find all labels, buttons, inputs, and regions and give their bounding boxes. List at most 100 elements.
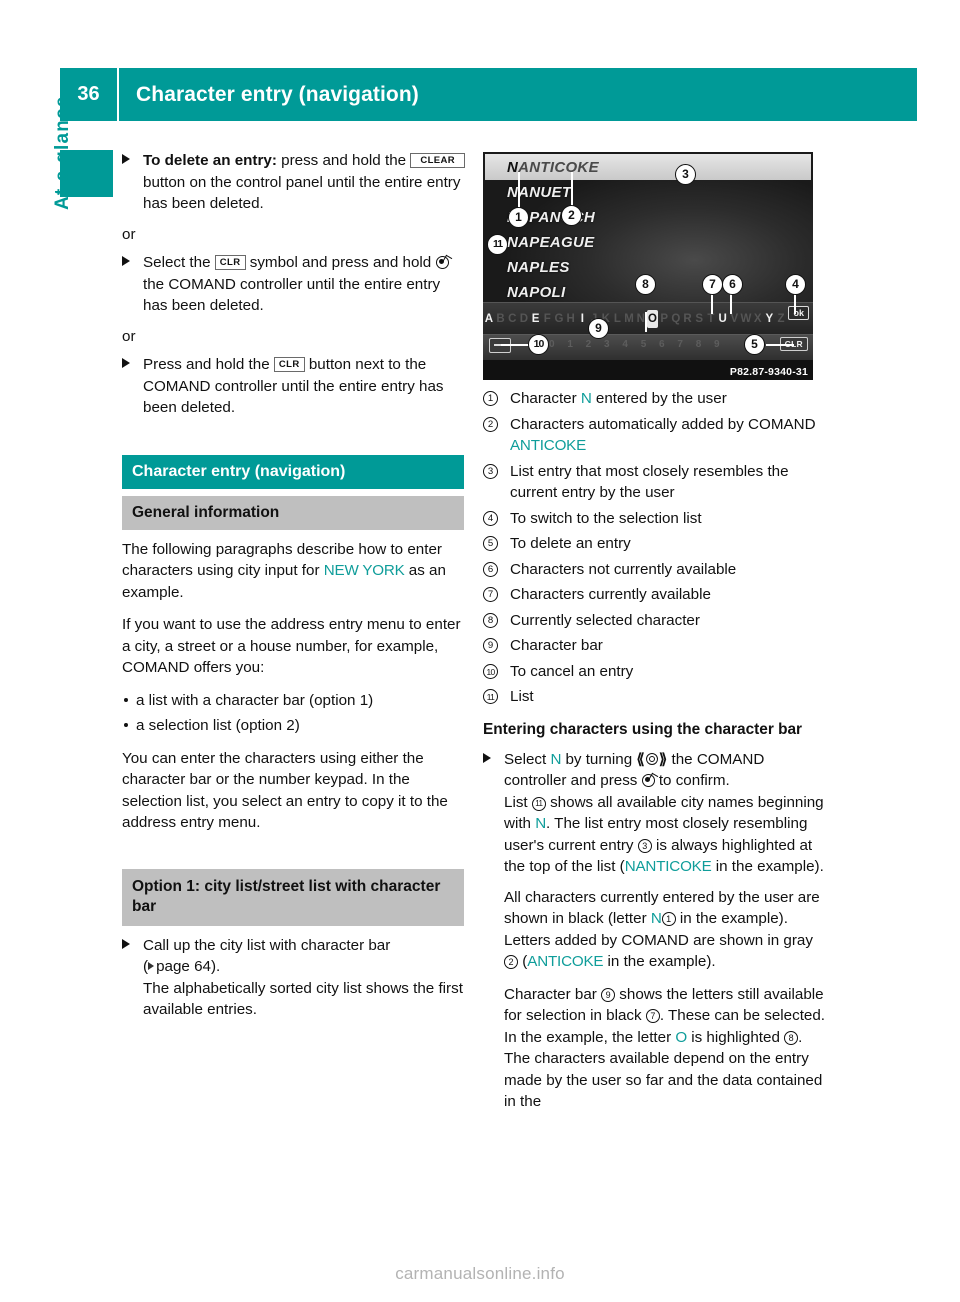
step-list-text-a: List: [504, 793, 532, 811]
char-key-a[interactable]: A: [483, 313, 495, 325]
legend-text-b: entered by the user: [591, 390, 727, 407]
comand-screen: NANTICOKE NANUET NAPANOCH NAPEAGUE NAPLE…: [483, 152, 813, 361]
comand-character-bar[interactable]: A B C D E F G H I J K L M N O P Q R S T …: [483, 302, 813, 335]
heading-entering-characters: Entering characters using the character …: [483, 720, 803, 738]
comand-screenshot: NANTICOKE NANUET NAPANOCH NAPEAGUE NAPLE…: [483, 152, 813, 380]
step-text-b: The alphabetically sorted city list show…: [143, 979, 463, 1019]
city-list-item-selected[interactable]: NANTICOKE: [507, 155, 807, 180]
char-key-f[interactable]: F: [541, 313, 553, 325]
city-list-item[interactable]: NANUET: [507, 180, 807, 205]
callout-11: 11: [487, 234, 508, 255]
legend-text-a: List entry that most closely resembles t…: [510, 462, 789, 502]
char-key-z[interactable]: Z: [775, 313, 787, 325]
step-triangle-icon: [122, 938, 130, 949]
legend-text-a: To cancel an entry: [510, 662, 634, 680]
paragraph-character-bar-letters: Character bar 9 shows the letters still …: [483, 984, 828, 1113]
inline-callout-11: 11: [531, 796, 546, 811]
char-key-l[interactable]: L: [612, 313, 624, 325]
legend-item-2: 2 Characters automatically added by COMA…: [483, 414, 828, 457]
callout-7: 7: [702, 274, 723, 295]
callout-3: 3: [675, 164, 696, 185]
callout-8: 8: [635, 274, 656, 295]
page-reference-arrow-icon: [148, 962, 155, 970]
legend-text-a: Character bar: [510, 637, 603, 654]
footer-watermark: carmanualsonline.info: [395, 1264, 565, 1283]
clr-key-button[interactable]: CLR: [273, 357, 305, 372]
legend-number: 7: [483, 587, 498, 602]
step-text-a: press and hold the: [276, 152, 407, 169]
step-text-a: Call up the city list with character bar: [143, 936, 391, 954]
char-key-i[interactable]: I: [577, 313, 589, 325]
legend-text-a: To switch to the selection list: [510, 509, 702, 527]
highlight-letter-n: N: [535, 815, 547, 832]
step-select-character: Select N by turning ⟪ ⟫ the COMAND contro…: [483, 749, 828, 878]
inline-callout-8: 8: [784, 1030, 799, 1045]
callout-9: 9: [588, 318, 609, 339]
clear-key-button[interactable]: CLEAR: [410, 153, 466, 168]
highlight-letter-n: N: [550, 750, 562, 768]
legend-item-3: 3 List entry that most closely resembles…: [483, 461, 828, 504]
legend-text-a: Characters not currently available: [510, 560, 737, 578]
char-key-w[interactable]: W: [740, 313, 752, 325]
image-id-label: P82.87-9340-31: [729, 366, 808, 378]
callout-5: 5: [744, 334, 765, 355]
page-reference-link[interactable]: page 64: [156, 958, 211, 975]
legend-text-a: Currently selected character: [510, 611, 700, 629]
char-key-v[interactable]: V: [728, 313, 740, 325]
paragraph-following-paragraphs: The following paragraphs describe how to…: [122, 539, 467, 604]
char-key-t[interactable]: T: [705, 313, 717, 325]
char-key-g[interactable]: G: [553, 313, 565, 325]
char-key-p[interactable]: P: [658, 313, 670, 325]
bullet-dot-icon: [124, 697, 128, 702]
ok-button[interactable]: ok: [788, 306, 809, 320]
section-heading-option-1: Option 1: city list/street list with cha…: [122, 868, 464, 926]
city-list-item[interactable]: NAPEAGUE: [507, 230, 807, 255]
para-black-text-d: in the example).: [603, 953, 716, 970]
clr-key-button[interactable]: CLR: [214, 255, 246, 270]
leader-line-4: [794, 292, 796, 314]
subsection-heading-general-information: General information: [122, 496, 464, 530]
leader-line-1: [518, 172, 520, 208]
char-key-h[interactable]: H: [565, 313, 577, 325]
legend-highlight: ANTICOKE: [510, 437, 587, 454]
callout-4: 4: [785, 274, 806, 295]
step-delete-entry-clear: To delete an entry: press and hold the C…: [122, 150, 467, 215]
callout-2: 2: [561, 205, 582, 226]
callout-10: 10: [528, 334, 549, 355]
step-triangle-icon: [122, 154, 130, 164]
leader-line-6: [730, 292, 732, 314]
char-key-s[interactable]: S: [693, 313, 705, 325]
legend-text-a: Characters automatically added by COMAND: [510, 415, 816, 433]
legend-item-9: 9 Character bar: [483, 635, 828, 657]
paragraph-all-characters-black: All characters currently entered by the …: [483, 887, 828, 973]
callout-legend-list: 1 Character N entered by the user 2 Char…: [483, 388, 828, 708]
inline-callout-1: 1: [661, 912, 676, 926]
char-key-y[interactable]: Y: [764, 313, 776, 325]
city-list-item[interactable]: NAPANOCH: [507, 205, 807, 230]
step-call-up-city-list: Call up the city list with character bar…: [122, 935, 467, 1021]
char-key-d[interactable]: D: [518, 313, 530, 325]
step-lead-bold: To delete an entry:: [143, 152, 277, 169]
char-key-e[interactable]: E: [530, 313, 542, 325]
legend-text-a: To delete an entry: [510, 535, 631, 552]
char-key-q[interactable]: Q: [670, 313, 682, 325]
legend-text-a: Character: [510, 390, 581, 407]
bullet-selection-list: a selection list (option 2): [122, 715, 467, 737]
step-list-text-e: in the example).: [711, 858, 824, 875]
number-keypad-row[interactable]: 0 1 2 3 4 5 6 7 8 9: [549, 339, 749, 351]
step-select-text-b: by turning: [561, 750, 637, 768]
legend-highlight: N: [580, 390, 592, 407]
city-list-item[interactable]: NAPLES: [507, 255, 807, 280]
char-key-m[interactable]: M: [623, 313, 635, 325]
step-text-a: Select the: [143, 254, 211, 271]
char-key-c[interactable]: C: [506, 313, 518, 325]
para-bar-text-a: Character bar: [504, 985, 602, 1003]
legend-number: 11: [483, 689, 498, 704]
legend-number: 10: [483, 663, 498, 679]
char-key-b[interactable]: B: [495, 313, 507, 325]
char-key-o-selected[interactable]: O: [646, 310, 659, 328]
char-key-r[interactable]: R: [682, 313, 694, 325]
char-key-x[interactable]: X: [752, 313, 764, 325]
char-key-u[interactable]: U: [717, 313, 729, 325]
step-select-text-d: to confirm.: [654, 772, 730, 789]
